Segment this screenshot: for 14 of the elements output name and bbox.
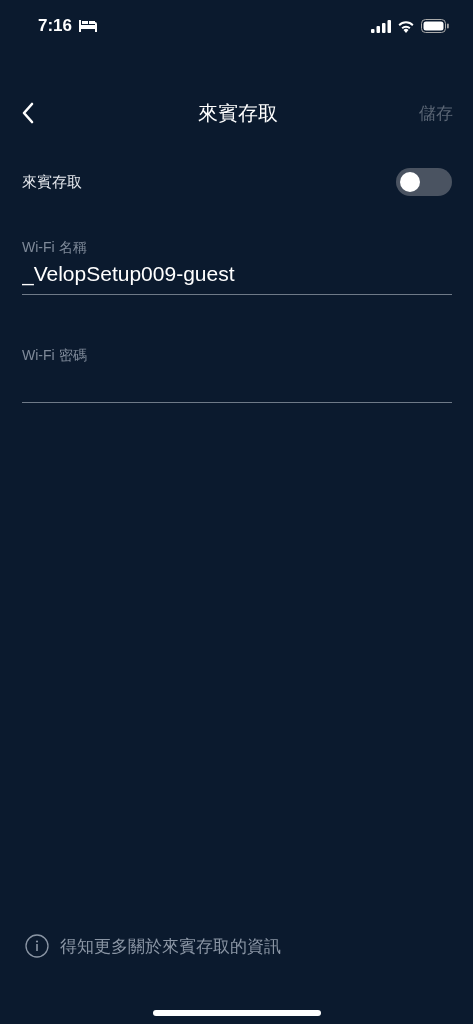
info-icon <box>25 934 49 958</box>
input-field[interactable]: _VelopSetup009-guest <box>22 257 452 295</box>
guest-access-label: 來賓存取 <box>22 172 82 192</box>
guest-access-toggle[interactable] <box>396 168 452 196</box>
field-label: Wi-Fi 名稱 <box>22 239 88 257</box>
status-time: 7:16 <box>38 16 73 36</box>
info-link[interactable]: 得知更多關於來賓存取的資訊 <box>60 934 281 958</box>
bed-icon <box>78 20 99 32</box>
field-label: Wi-Fi 密碼 <box>22 347 88 365</box>
back-button[interactable] <box>20 100 36 126</box>
screen-title: 來賓存取 <box>197 100 278 126</box>
signal-icon <box>371 19 391 33</box>
battery-icon <box>421 19 449 33</box>
wifi-icon <box>397 19 415 33</box>
